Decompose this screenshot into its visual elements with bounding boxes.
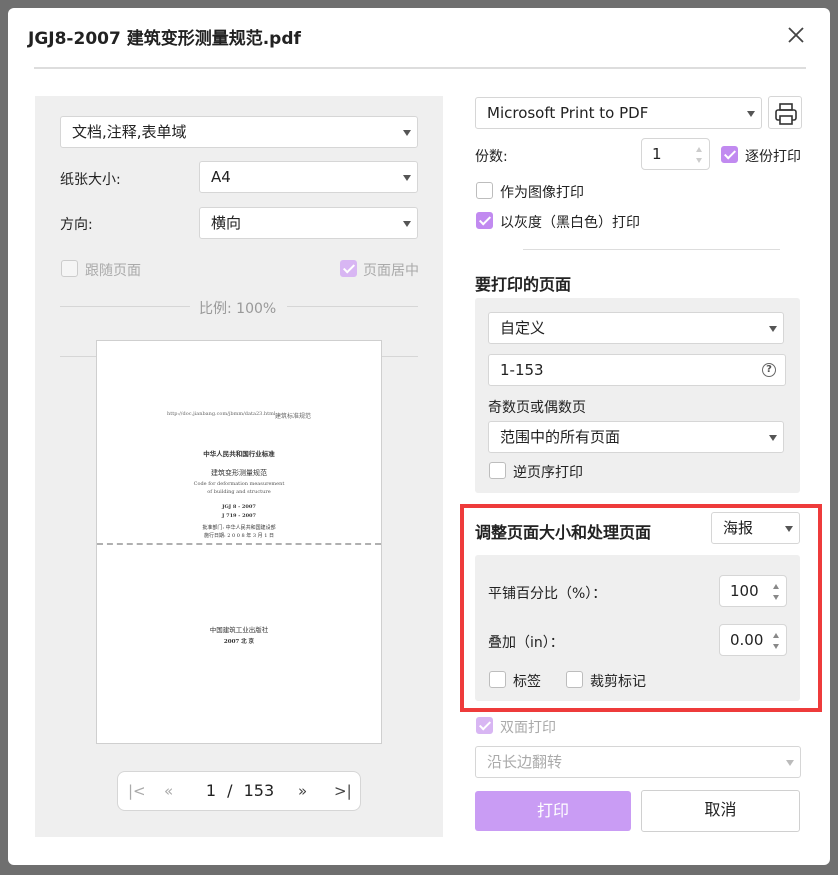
cancel-button[interactable]: 取消: [641, 790, 800, 832]
preview-line6: J 719 - 2007: [221, 513, 257, 519]
scale-divider-right: [287, 306, 418, 307]
pages-mode-value: 自定义: [500, 319, 546, 337]
chevron-down-icon: [786, 760, 794, 766]
print-dialog: JGJ8-2007 建筑变形测量规范.pdf 文档,注释,表单域 纸张大小: A…: [8, 8, 830, 865]
page-break-line: [97, 543, 381, 545]
page-number-field[interactable]: 1 / 153: [196, 776, 284, 806]
collate-checkbox[interactable]: [721, 146, 738, 163]
printer-icon: [775, 103, 797, 125]
reverse-order-checkbox[interactable]: [489, 462, 506, 479]
preview-line3: Code for deformation measurement: [193, 481, 285, 487]
duplex-checkbox[interactable]: [476, 717, 493, 734]
odd-even-select[interactable]: 范围中的所有页面: [488, 421, 784, 453]
print-as-image-checkbox[interactable]: [476, 182, 493, 199]
preview-line7: 批准部门: 中华人民共和国建设部: [202, 525, 276, 531]
copies-label: 份数:: [475, 149, 508, 165]
preview-line8: 施行日期: 2 0 0 8 年 3 月 1 日: [203, 533, 275, 539]
print-button[interactable]: 打印: [475, 791, 631, 831]
page-navigator: |< « 1 / 153 » >|: [117, 771, 361, 811]
follow-page-label: 跟随页面: [85, 263, 141, 279]
chevron-down-icon: [747, 111, 755, 117]
scale-label: 比例: 100%: [199, 301, 277, 317]
total-pages: 153: [243, 781, 275, 800]
copies-value: 1: [652, 145, 662, 163]
orientation-select[interactable]: 横向: [199, 207, 418, 239]
printer-properties-button[interactable]: [768, 96, 802, 129]
preview-year: 2007 北 京: [223, 639, 255, 645]
previous-page-icon[interactable]: «: [164, 782, 173, 800]
scale-divider-left: [60, 306, 190, 307]
preview-publisher: 中国建筑工业出版社: [209, 626, 269, 634]
chevron-down-icon: [769, 435, 777, 441]
paper-size-select[interactable]: A4: [199, 161, 418, 193]
chevron-down-icon: [403, 221, 411, 227]
first-page-icon[interactable]: |<: [128, 782, 146, 800]
flip-select[interactable]: 沿长边翻转: [475, 746, 801, 778]
reverse-order-label: 逆页序打印: [513, 465, 583, 481]
content-select-value: 文档,注释,表单域: [72, 123, 187, 141]
page-range-input[interactable]: 1-153 ?: [488, 354, 786, 386]
grayscale-label: 以灰度（黑白色）打印: [500, 215, 640, 231]
next-page-icon[interactable]: »: [298, 782, 307, 800]
stepper-down-icon[interactable]: [696, 158, 702, 163]
copies-stepper[interactable]: 1: [641, 138, 710, 170]
preview-line1: 中华人民共和国行业标准: [203, 450, 275, 458]
content-select[interactable]: 文档,注释,表单域: [60, 116, 418, 148]
chevron-down-icon: [403, 130, 411, 136]
title-divider: [34, 67, 806, 69]
print-as-image-label: 作为图像打印: [500, 185, 584, 201]
paper-size-value: A4: [211, 168, 231, 186]
orientation-value: 横向: [211, 214, 242, 232]
center-page-checkbox[interactable]: [340, 260, 357, 277]
orientation-label: 方向:: [60, 217, 93, 233]
pages-section-title: 要打印的页面: [475, 275, 572, 294]
collate-label: 逐份打印: [745, 149, 801, 165]
dialog-title: JGJ8-2007 建筑变形测量规范.pdf: [28, 29, 301, 49]
preview-header-right: 建筑标准规范: [275, 413, 312, 420]
grayscale-checkbox[interactable]: [476, 212, 493, 229]
stepper-up-icon[interactable]: [696, 147, 702, 152]
center-page-label: 页面居中: [363, 263, 419, 279]
flip-value: 沿长边翻转: [487, 753, 563, 771]
last-page-icon[interactable]: >|: [334, 782, 352, 800]
preview-line4: of building and structure: [207, 489, 271, 495]
odd-even-value: 范围中的所有页面: [500, 428, 621, 446]
page-separator: /: [227, 781, 233, 800]
section-divider: [523, 249, 780, 250]
chevron-down-icon: [769, 326, 777, 332]
chevron-down-icon: [403, 175, 411, 181]
close-icon[interactable]: [784, 23, 808, 47]
printer-select[interactable]: Microsoft Print to PDF: [475, 97, 762, 129]
preview-panel: 文档,注释,表单域 纸张大小: A4 方向: 横向 跟随页面 页面居中 比例: …: [35, 96, 443, 837]
preview-line2: 建筑变形测量规范: [211, 469, 267, 477]
highlight-box: [460, 504, 822, 712]
page-range-value: 1-153: [500, 361, 544, 379]
paper-size-label: 纸张大小:: [60, 172, 121, 188]
pages-mode-select[interactable]: 自定义: [488, 312, 784, 344]
follow-page-checkbox[interactable]: [61, 260, 78, 277]
printer-value: Microsoft Print to PDF: [487, 104, 649, 122]
current-page: 1: [205, 781, 217, 800]
page-preview: http://doc.jianbang.com/jbmm/data23.html…: [96, 340, 382, 744]
duplex-label: 双面打印: [500, 720, 556, 736]
preview-line5: JGJ 8 - 2007: [222, 504, 256, 510]
help-icon[interactable]: ?: [762, 363, 776, 377]
odd-even-label: 奇数页或偶数页: [488, 400, 586, 416]
